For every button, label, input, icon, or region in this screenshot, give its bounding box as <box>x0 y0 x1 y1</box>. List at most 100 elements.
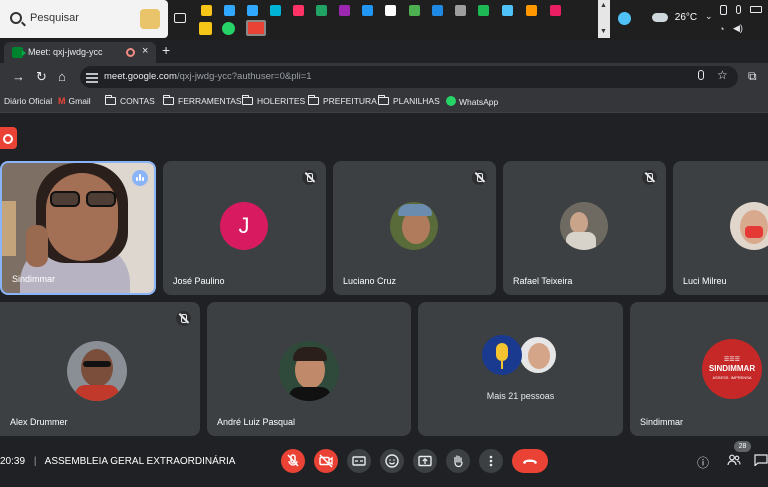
whatsapp-icon <box>446 96 456 106</box>
folder-icon <box>162 95 174 105</box>
muted-mic-icon <box>302 170 317 185</box>
app-icon[interactable] <box>339 5 350 16</box>
participant-tile-more-people[interactable]: Mais 21 pessoas <box>418 302 623 436</box>
present-screen-button[interactable] <box>413 449 437 473</box>
camera-off-icon <box>319 454 333 468</box>
chat-icon[interactable] <box>754 454 768 469</box>
participant-face <box>46 173 118 261</box>
indesign-icon[interactable] <box>293 5 304 16</box>
scroll-up-icon[interactable]: ▲ <box>600 2 607 9</box>
chrome-icon[interactable] <box>246 20 266 36</box>
camera-off-button[interactable] <box>314 449 338 473</box>
mic-tray-icon[interactable] <box>736 5 741 14</box>
participant-count-badge: 28 <box>734 441 751 452</box>
photoshop-icon[interactable] <box>247 5 258 16</box>
more-options-button[interactable] <box>479 449 503 473</box>
bookmark-prefeitura[interactable]: PREFEITURA <box>307 95 377 106</box>
reactions-button[interactable] <box>380 449 404 473</box>
vector-app-icon[interactable] <box>270 5 281 16</box>
scroll-down-icon[interactable]: ▼ <box>600 28 607 35</box>
microphone-off-button[interactable] <box>281 449 305 473</box>
wifi-icon[interactable]: ◔ <box>719 24 724 34</box>
raise-hand-button[interactable] <box>446 449 470 473</box>
folder-icon <box>377 95 389 105</box>
app-icon[interactable] <box>455 5 466 16</box>
leave-call-button[interactable] <box>512 449 548 473</box>
meeting-time: 20:39 <box>0 456 26 467</box>
whatsapp-icon[interactable] <box>222 22 235 35</box>
logo-subtext: ASSESS. IMPRENSA <box>712 375 752 380</box>
home-icon[interactable]: ⌂ <box>58 69 66 84</box>
participant-tile-jose-paulino[interactable]: J José Paulino <box>163 161 326 295</box>
participant-tile-rafael-teixeira[interactable]: Rafael Teixeira <box>503 161 666 295</box>
participant-tile-sindimmar-self[interactable]: Sindimmar <box>0 161 156 295</box>
windows-taskbar: Pesquisar ▲ ▼ 26°C ⌄ ◔ ◀) <box>0 0 768 40</box>
emoji-icon <box>385 454 399 468</box>
task-view-icon[interactable] <box>174 13 186 23</box>
bookmark-label: PLANILHAS <box>393 96 440 106</box>
bookmark-planilhas[interactable]: PLANILHAS <box>377 95 440 106</box>
excel-icon[interactable] <box>316 5 327 16</box>
meeting-details-icon[interactable]: ⓘ <box>697 454 709 471</box>
google-meet-favicon-icon <box>12 47 26 58</box>
sticky-notes-icon[interactable] <box>201 5 212 16</box>
recording-badge-icon[interactable] <box>0 127 17 149</box>
reload-icon[interactable]: ↻ <box>36 69 47 85</box>
voice-search-icon[interactable] <box>698 70 704 80</box>
bookmark-label: WhatsApp <box>459 97 499 107</box>
muted-mic-icon <box>642 170 657 185</box>
participant-tile-alex-drummer[interactable]: Alex Drummer <box>0 302 200 436</box>
spotify-icon[interactable] <box>478 5 489 16</box>
app-icon[interactable] <box>409 5 420 16</box>
captions-button[interactable] <box>347 449 371 473</box>
bookmark-di-rio-oficial[interactable]: Diário Oficial <box>4 96 52 106</box>
bookmark-star-icon[interactable]: ☆ <box>717 68 728 82</box>
chat-glyph <box>754 454 768 467</box>
new-tab-button[interactable]: + <box>162 42 170 58</box>
volume-icon[interactable]: ◀) <box>733 23 743 34</box>
address-bar[interactable]: meet.google.com/qxj-jwdg-ycc?authuser=0&… <box>80 66 738 88</box>
partly-cloudy-icon <box>652 8 668 22</box>
site-settings-icon[interactable] <box>86 71 98 83</box>
app-icon[interactable] <box>550 5 561 16</box>
bookmark-whatsapp[interactable]: WhatsApp <box>446 96 498 107</box>
avatar: J <box>220 202 268 250</box>
forward-arrow-icon[interactable]: → <box>12 69 25 84</box>
participant-tile-andre-luiz-pasqual[interactable]: André Luiz Pasqual <box>207 302 411 436</box>
taskbar-scrollbar[interactable]: ▲ ▼ <box>598 0 610 38</box>
bookmark-label: Gmail <box>68 96 91 106</box>
app-icon[interactable] <box>526 5 537 16</box>
participant-name: José Paulino <box>173 276 225 286</box>
folder-icon <box>307 95 319 105</box>
browser-tab-meet[interactable]: Meet: qxj-jwdg-ycc × <box>4 42 156 63</box>
taskbar-search-box[interactable]: Pesquisar <box>0 0 168 38</box>
url-text: meet.google.com/qxj-jwdg-ycc?authuser=0&… <box>104 71 312 82</box>
participant-name: Sindimmar <box>12 274 56 284</box>
people-icon[interactable] <box>727 454 741 469</box>
folder-icon <box>241 95 253 105</box>
chevron-up-icon[interactable]: ⌄ <box>705 11 713 22</box>
search-highlight-icon <box>140 9 160 29</box>
participant-tile-luciano-cruz[interactable]: Luciano Cruz <box>333 161 496 295</box>
bookmark-holerites[interactable]: HOLERITES <box>241 95 305 106</box>
meeting-info: 20:39 | ASSEMBLEIA GERAL EXTRAORDINÁRIA <box>0 456 235 467</box>
weather-widget[interactable]: 26°C <box>652 8 697 23</box>
app-icon[interactable] <box>362 5 373 16</box>
copilot-icon[interactable] <box>618 12 631 25</box>
app-icon[interactable] <box>385 5 396 16</box>
extensions-icon[interactable]: ⧉ <box>748 69 757 84</box>
avatar <box>67 341 127 401</box>
battery-icon[interactable] <box>750 6 762 13</box>
app-icon[interactable] <box>502 5 513 16</box>
sticky-notes-icon[interactable] <box>199 22 212 35</box>
participant-name: Luciano Cruz <box>343 276 397 286</box>
app-icon[interactable] <box>432 5 443 16</box>
bookmark-ferramentas[interactable]: FERRAMENTAS <box>162 95 242 106</box>
bookmark-gmail[interactable]: M Gmail <box>58 96 91 106</box>
participant-tile-luci-milreu[interactable]: Luci Milreu <box>673 161 768 295</box>
participant-tile-sindimmar[interactable]: ☰☰☰ SINDIMMAR ASSESS. IMPRENSA Sindimmar <box>630 302 768 436</box>
close-tab-icon[interactable]: × <box>142 45 148 57</box>
phone-link-icon[interactable] <box>720 5 727 15</box>
bookmark-contas[interactable]: CONTAS <box>104 95 155 106</box>
photoshop-icon[interactable] <box>224 5 235 16</box>
